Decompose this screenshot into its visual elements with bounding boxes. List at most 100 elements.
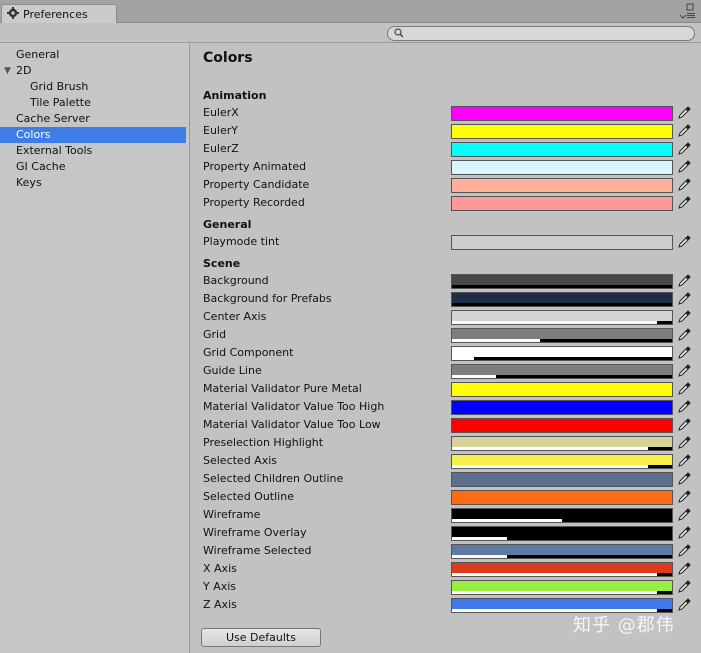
color-swatch-eulery[interactable] [451,124,673,139]
alpha-bar [452,591,672,594]
eyedropper-icon[interactable] [677,436,691,450]
color-swatch-selected-axis[interactable] [451,454,673,469]
color-label-wireframe-selected: Wireframe Selected [203,544,312,557]
sidebar-item-external-tools[interactable]: External Tools [0,143,186,159]
sidebar-item-label: Colors [16,128,51,141]
color-label-grid: Grid [203,328,227,341]
color-label-x-axis: X Axis [203,562,237,575]
color-swatch-guide-line[interactable] [451,364,673,379]
color-swatch-property-recorded[interactable] [451,196,673,211]
eyedropper-icon[interactable] [677,235,691,249]
title-bar: Preferences [0,0,701,23]
eyedropper-icon[interactable] [677,106,691,120]
alpha-bar [452,447,672,450]
eyedropper-icon[interactable] [677,310,691,324]
use-defaults-button[interactable]: Use Defaults [201,628,321,647]
alpha-bar-fill [452,537,507,540]
alpha-bar [452,339,672,342]
eyedropper-icon[interactable] [677,454,691,468]
sidebar-item-2d[interactable]: ▼ 2D [0,63,186,79]
sidebar-item-tile-palette[interactable]: Tile Palette [0,95,186,111]
eyedropper-icon[interactable] [677,418,691,432]
eyedropper-icon[interactable] [677,364,691,378]
eyedropper-icon[interactable] [677,526,691,540]
alpha-bar [452,519,672,522]
color-label-property-animated: Property Animated [203,160,307,173]
sidebar-item-label: Grid Brush [30,80,89,93]
color-label-material-validator-pure-metal: Material Validator Pure Metal [203,382,362,395]
color-swatch-material-validator-value-too-high[interactable] [451,400,673,415]
eyedropper-icon[interactable] [677,292,691,306]
alpha-bar [452,375,672,378]
eyedropper-icon[interactable] [677,124,691,138]
color-label-eulery: EulerY [203,124,238,137]
color-swatch-wireframe-selected[interactable] [451,544,673,559]
eyedropper-icon[interactable] [677,142,691,156]
color-swatch-property-candidate[interactable] [451,178,673,193]
color-label-y-axis: Y Axis [203,580,237,593]
eyedropper-icon[interactable] [677,328,691,342]
page-title: Colors [203,50,253,66]
color-label-property-candidate: Property Candidate [203,178,310,191]
color-label-selected-children-outline: Selected Children Outline [203,472,344,485]
color-swatch-playmode-tint[interactable] [451,235,673,250]
color-swatch-selected-outline[interactable] [451,490,673,505]
eyedropper-icon[interactable] [677,400,691,414]
eyedropper-icon[interactable] [677,472,691,486]
alpha-bar [452,357,672,360]
search-icon [394,28,404,41]
eyedropper-icon[interactable] [677,160,691,174]
eyedropper-icon[interactable] [677,346,691,360]
sidebar-item-label: Keys [16,176,42,189]
color-swatch-grid[interactable] [451,328,673,343]
eyedropper-icon[interactable] [677,382,691,396]
eyedropper-icon[interactable] [677,196,691,210]
watermark: 知乎 @郡伟 [573,615,675,636]
sidebar-item-label: External Tools [16,144,93,157]
section-title-general: General [203,218,252,231]
color-swatch-material-validator-pure-metal[interactable] [451,382,673,397]
sidebar-item-cache-server[interactable]: Cache Server [0,111,186,127]
color-label-guide-line: Guide Line [203,364,262,377]
sidebar-item-gi-cache[interactable]: GI Cache [0,159,186,175]
color-swatch-center-axis[interactable] [451,310,673,325]
color-swatch-grid-component[interactable] [451,346,673,361]
alpha-bar-fill [452,321,657,324]
colors-panel: Colors Use Defaults Animation EulerX Euler… [191,43,701,653]
preferences-tab[interactable]: Preferences [1,4,117,23]
sidebar-item-label: Tile Palette [30,96,91,109]
color-swatch-background-for-prefabs[interactable] [451,292,673,307]
color-label-selected-outline: Selected Outline [203,490,294,503]
color-swatch-wireframe[interactable] [451,508,673,523]
window-menu[interactable] [677,1,697,21]
color-swatch-eulerx[interactable] [451,106,673,121]
eyedropper-icon[interactable] [677,508,691,522]
eyedropper-icon[interactable] [677,178,691,192]
eyedropper-icon[interactable] [677,274,691,288]
expanded-arrow-icon[interactable]: ▼ [4,63,11,79]
color-swatch-y-axis[interactable] [451,580,673,595]
eyedropper-icon[interactable] [677,490,691,504]
color-swatch-selected-children-outline[interactable] [451,472,673,487]
sidebar-item-general[interactable]: General [0,47,186,63]
eyedropper-icon[interactable] [677,580,691,594]
color-swatch-material-validator-value-too-low[interactable] [451,418,673,433]
color-label-wireframe: Wireframe [203,508,261,521]
alpha-bar [452,285,672,288]
alpha-bar-fill [452,465,648,468]
eyedropper-icon[interactable] [677,562,691,576]
eyedropper-icon[interactable] [677,598,691,612]
sidebar-item-label: GI Cache [16,160,66,173]
color-swatch-property-animated[interactable] [451,160,673,175]
sidebar-item-colors[interactable]: Colors [0,127,186,143]
search-input[interactable] [387,26,695,41]
color-label-background: Background [203,274,269,287]
sidebar-item-keys[interactable]: Keys [0,175,186,191]
color-swatch-wireframe-overlay[interactable] [451,526,673,541]
color-swatch-eulerz[interactable] [451,142,673,157]
color-swatch-preselection-highlight[interactable] [451,436,673,451]
sidebar-item-grid-brush[interactable]: Grid Brush [0,79,186,95]
eyedropper-icon[interactable] [677,544,691,558]
color-swatch-x-axis[interactable] [451,562,673,577]
color-swatch-background[interactable] [451,274,673,289]
